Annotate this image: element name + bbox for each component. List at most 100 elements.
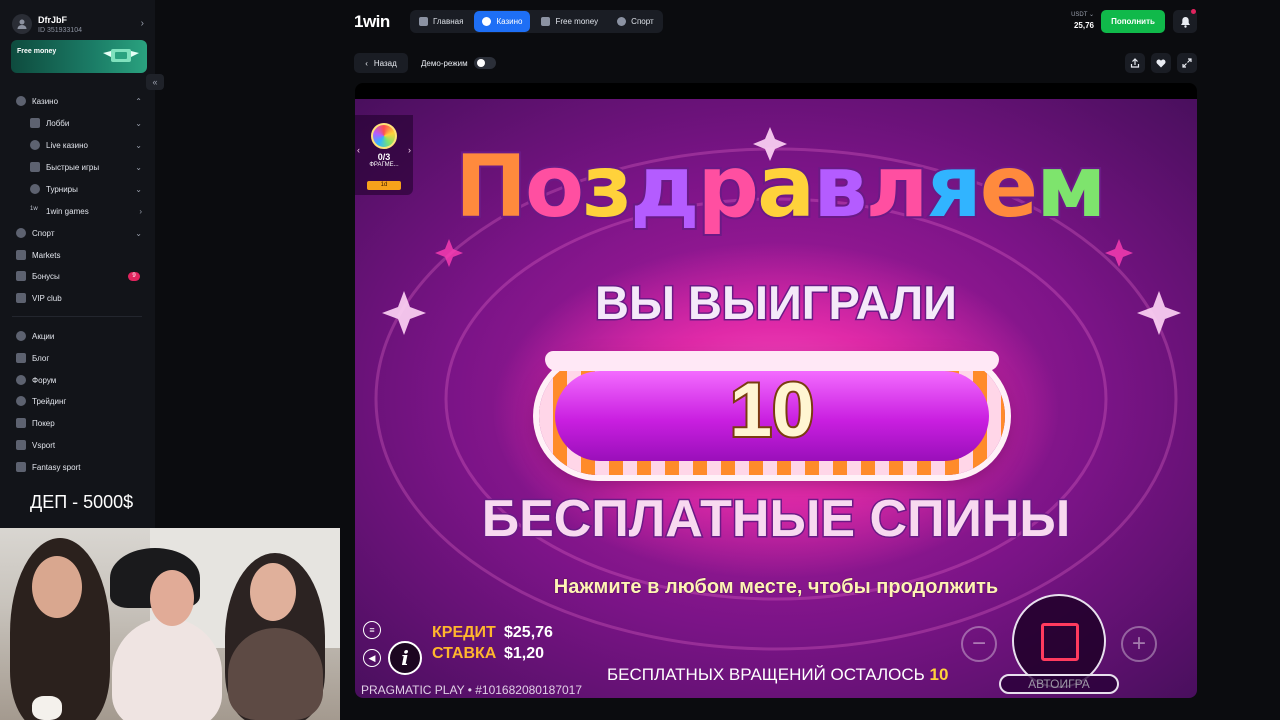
sidebar-item-blog[interactable]: Блог	[16, 349, 142, 367]
fragments-count: 0/3	[377, 152, 391, 162]
share-button[interactable]	[1125, 53, 1145, 73]
promo-label: Free money	[17, 48, 57, 55]
continue-hint: Нажмите в любом месте, чтобы продолжить	[553, 576, 999, 599]
sidebar-item-vip-club[interactable]: VIP club	[16, 289, 142, 307]
chevron-left-icon: ‹	[365, 58, 368, 68]
sidebar-item-markets[interactable]: Markets	[16, 246, 142, 264]
home-icon	[419, 17, 428, 26]
sidebar-item-promotions[interactable]: Акции	[16, 327, 142, 345]
sidebar-item-poker[interactable]: Покер	[16, 414, 142, 432]
sidebar-item-1win-games[interactable]: 1w 1win games ›	[30, 202, 142, 220]
stop-icon	[1041, 623, 1079, 661]
deposit-button[interactable]: Пополнить	[1101, 10, 1165, 33]
chevron-down-icon: ⌄	[135, 184, 142, 194]
sidebar-item-tournaments[interactable]: Турниры ⌄	[30, 180, 142, 198]
chevron-up-icon: ⌃	[135, 96, 142, 106]
nav-casino[interactable]: Казино	[474, 11, 531, 32]
trading-icon	[16, 396, 26, 406]
lightning-icon	[30, 162, 40, 172]
webcam-person	[32, 696, 62, 720]
back-button[interactable]: ‹ Назад	[354, 53, 408, 73]
sidebar-item-casino[interactable]: Казино ⌃	[16, 92, 142, 110]
nav-sport[interactable]: Спорт	[609, 11, 662, 32]
favorite-button[interactable]	[1151, 53, 1171, 73]
sidebar-item-sport[interactable]: Спорт ⌄	[16, 224, 142, 242]
sidebar-item-label: Live казино	[46, 140, 88, 150]
fragments-widget[interactable]: ‹ › 0/3 ФРАГМЕ... 1d	[355, 115, 413, 195]
avatar	[12, 14, 32, 34]
info-icon[interactable]: i	[388, 641, 422, 675]
credit-row: КРЕДИТ $25,76	[432, 624, 553, 642]
site-logo[interactable]: 1win	[354, 12, 390, 32]
free-money-banner[interactable]: Free money	[11, 40, 147, 73]
sidebar-item-lobby[interactable]: Лобби ⌄	[30, 114, 142, 132]
sidebar-item-label: Казино	[32, 96, 59, 106]
congrats-letter: я	[925, 135, 984, 239]
fragments-label: ФРАГМЕ...	[369, 162, 399, 168]
win-screen[interactable]: ‹ › 0/3 ФРАГМЕ... 1d Поздравляем ВЫ ВЫИГ…	[355, 99, 1197, 698]
chevron-down-icon: ⌄	[135, 228, 142, 238]
nav-label: Главная	[433, 17, 464, 26]
notifications-button[interactable]	[1173, 9, 1197, 33]
fullscreen-button[interactable]	[1177, 53, 1197, 73]
sidebar-item-label: Vsport	[32, 440, 56, 450]
chart-icon	[16, 250, 26, 260]
sidebar: DfrJbF ID 351933104 › Free money Казино …	[0, 0, 155, 528]
demo-mode-toggle[interactable]: Демо-режим	[421, 53, 496, 73]
casino-chip-icon	[16, 96, 26, 106]
1win-logo-icon: 1w	[30, 206, 38, 212]
sidebar-item-fast-games[interactable]: Быстрые игры ⌄	[30, 158, 142, 176]
money-wings-icon	[103, 49, 139, 62]
nav-label: Казино	[496, 17, 523, 26]
cards-icon	[16, 418, 26, 428]
ball-icon	[617, 17, 627, 26]
balance-display[interactable]: USDT ⌄ 25,76	[1060, 11, 1094, 30]
demo-mode-label: Демо-режим	[421, 58, 468, 68]
bell-icon	[1180, 16, 1190, 28]
webcam-overlay	[0, 528, 340, 720]
sidebar-item-bonuses[interactable]: Бонусы 9	[16, 267, 142, 285]
sidebar-item-label: Быстрые игры	[46, 162, 100, 172]
collapse-sidebar-icon[interactable]: «	[146, 74, 164, 90]
nav-label: Free money	[555, 17, 599, 26]
increase-bet-button[interactable]: +	[1121, 626, 1157, 662]
sidebar-item-fantasy-sport[interactable]: Fantasy sport	[16, 458, 142, 476]
autoplay-button[interactable]: АВТОИГРА	[999, 674, 1119, 694]
sidebar-item-label: Акции	[32, 331, 55, 341]
percent-icon	[16, 331, 26, 341]
sidebar-item-forum[interactable]: Форум	[16, 371, 142, 389]
bet-label: СТАВКА	[432, 645, 497, 662]
shield-icon	[30, 184, 40, 194]
credit-value: $25,76	[504, 624, 553, 641]
menu-icon[interactable]: ≡	[363, 621, 381, 639]
congrats-title: Поздравляем	[453, 135, 1108, 239]
bonus-count-badge: 9	[128, 271, 140, 281]
sidebar-item-label: Markets	[32, 250, 61, 260]
sidebar-item-label: 1win games	[46, 206, 89, 216]
crown-icon	[16, 293, 26, 303]
chevron-down-icon: ⌄	[135, 162, 142, 172]
nav-free-money[interactable]: Free money	[533, 11, 606, 32]
chevron-down-icon: ⌄	[135, 118, 142, 128]
congrats-letter: П	[453, 135, 529, 239]
decrease-bet-button[interactable]: −	[961, 626, 997, 662]
sidebar-item-live-casino[interactable]: Live казино ⌄	[30, 136, 142, 154]
webcam-person	[250, 563, 296, 621]
spins-amount: 10	[728, 366, 817, 455]
nav-label: Спорт	[631, 17, 654, 26]
balance-currency: USDT ⌄	[1071, 12, 1094, 18]
chat-icon	[16, 375, 26, 385]
spins-left-display: БЕСПЛАТНЫХ ВРАЩЕНИЙ ОСТАЛОСЬ 10	[607, 665, 948, 685]
toggle-switch[interactable]	[473, 57, 496, 69]
chevron-right-icon: ›	[140, 18, 144, 29]
user-name: DfrJbF	[38, 14, 67, 25]
sidebar-item-vsport[interactable]: Vsport	[16, 436, 142, 454]
sidebar-item-trading[interactable]: Трейдинг	[16, 392, 142, 410]
sound-icon[interactable]: ◀	[363, 649, 381, 667]
game-frame[interactable]: ‹ › 0/3 ФРАГМЕ... 1d Поздравляем ВЫ ВЫИГ…	[355, 83, 1197, 698]
nav-home[interactable]: Главная	[411, 11, 471, 32]
back-label: Назад	[373, 58, 397, 68]
money-icon	[541, 17, 551, 26]
bet-value: $1,20	[504, 645, 545, 662]
user-profile[interactable]: DfrJbF ID 351933104 ›	[12, 12, 148, 36]
